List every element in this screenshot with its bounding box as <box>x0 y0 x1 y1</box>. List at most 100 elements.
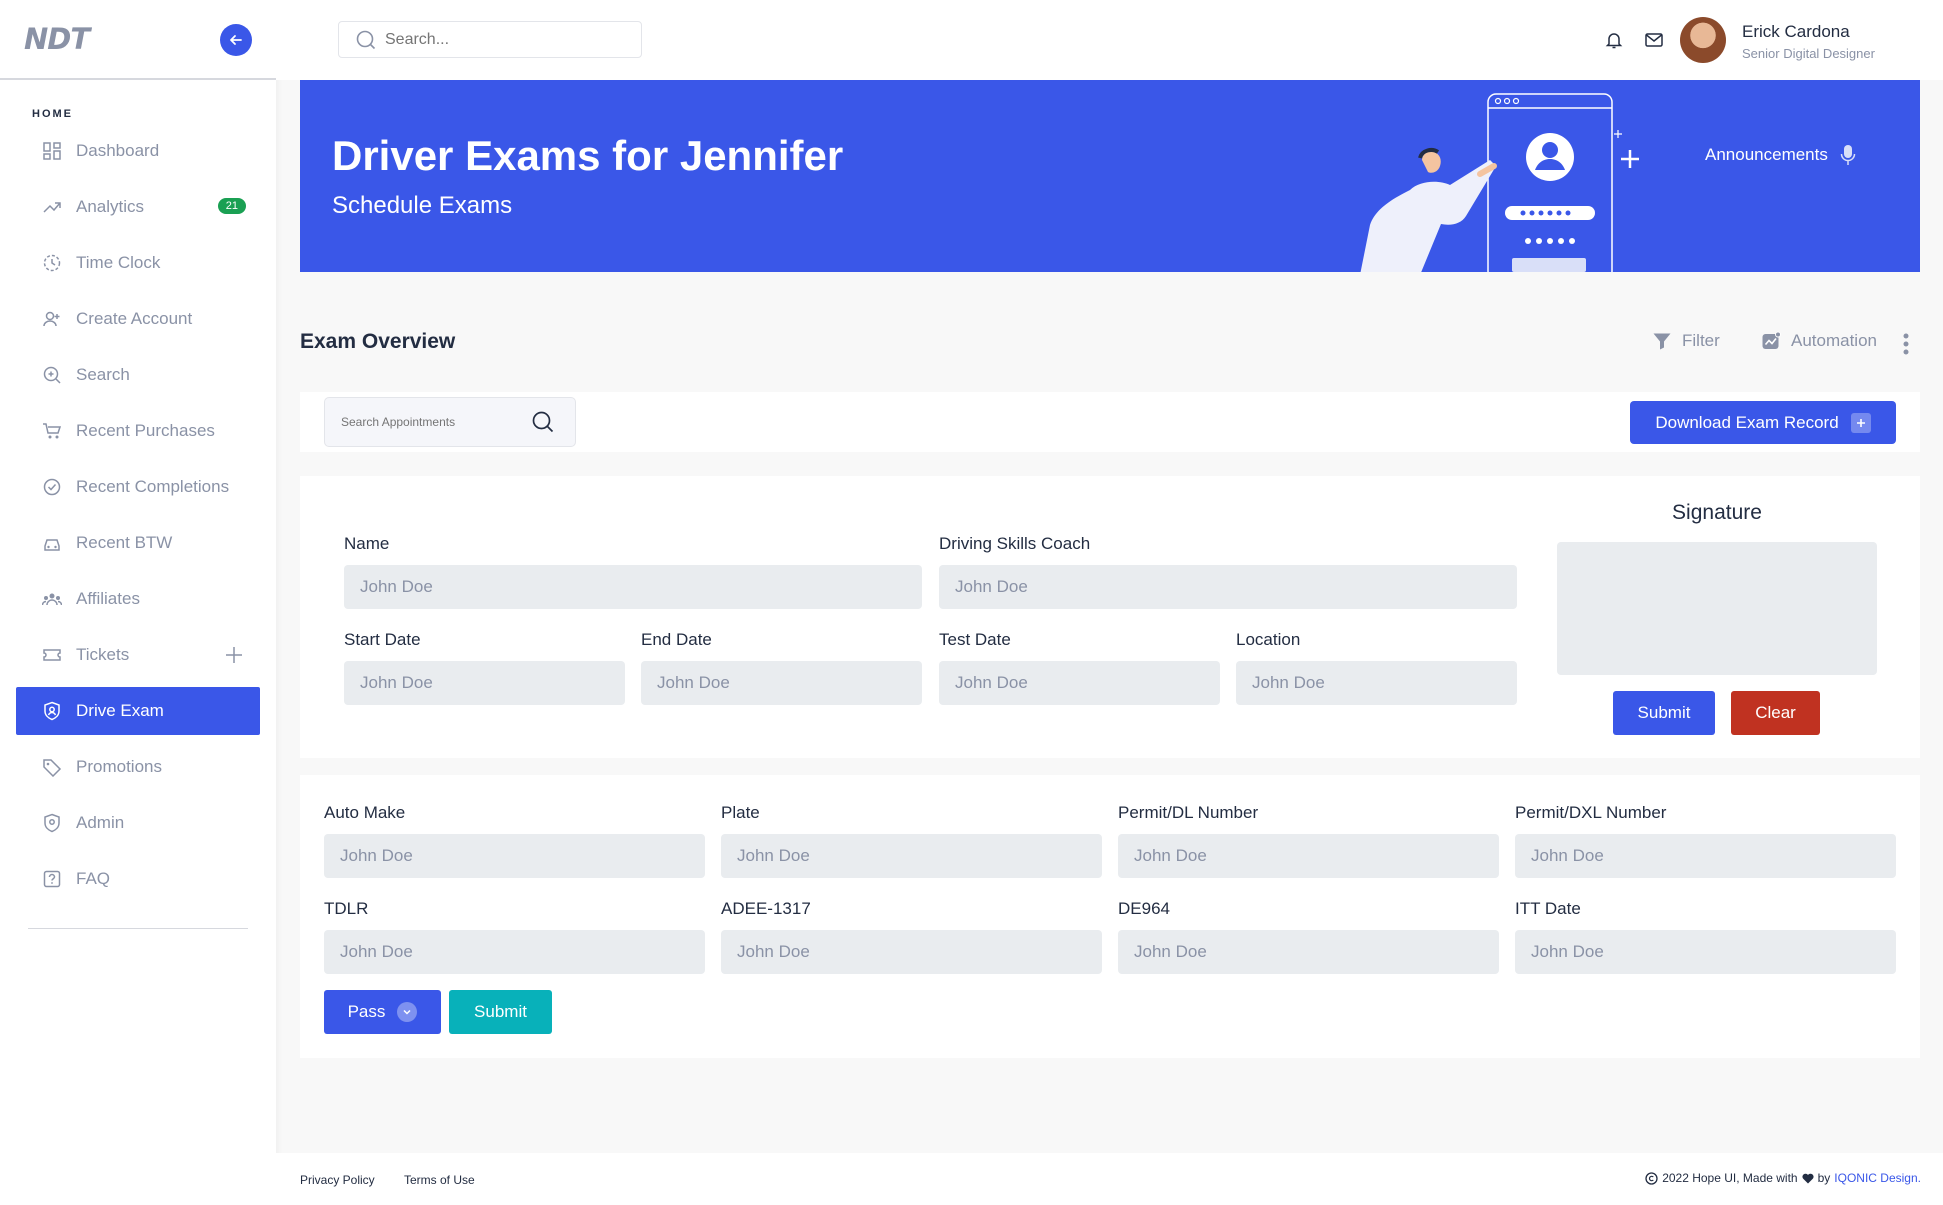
permit-dxl-label: Permit/DXL Number <box>1515 803 1667 822</box>
adee-label: ADEE-1317 <box>721 899 811 918</box>
itt-date-input[interactable] <box>1515 930 1896 974</box>
sidebar-item-label: Admin <box>76 813 125 832</box>
appointments-search-input[interactable] <box>341 415 531 429</box>
sidebar-item-dashboard[interactable]: Dashboard <box>16 127 260 175</box>
sidebar-item-recent-purchases[interactable]: Recent Purchases <box>16 407 260 455</box>
sidebar-item-label: Recent BTW <box>76 533 173 552</box>
ticket-icon <box>43 649 61 661</box>
plate-input[interactable] <box>721 834 1102 878</box>
appointments-search[interactable] <box>324 397 576 447</box>
sidebar-item-label: Search <box>76 365 130 384</box>
automation-button[interactable]: Automation <box>1761 331 1877 351</box>
hero-banner: Driver Exams for Jennifer Schedule Exams… <box>300 80 1920 272</box>
plate-label: Plate <box>721 803 760 822</box>
search-icon[interactable] <box>531 410 555 434</box>
sidebar-item-tickets[interactable]: Tickets <box>16 631 260 679</box>
global-search[interactable] <box>338 21 642 58</box>
pass-dropdown-button[interactable]: Pass <box>324 990 441 1034</box>
sidebar-divider <box>28 928 248 929</box>
sidebar-item-label: Drive Exam <box>76 701 164 720</box>
global-search-input[interactable] <box>385 30 625 49</box>
heart-icon <box>1802 1173 1814 1183</box>
top-bar: Erick Cardona Senior Digital Designer <box>276 0 1943 80</box>
sidebar-item-label: Analytics <box>76 197 145 216</box>
sidebar-item-label: FAQ <box>76 869 111 888</box>
signature-pad[interactable] <box>1557 542 1877 675</box>
announcements-button[interactable]: Announcements <box>1705 144 1856 166</box>
copyright-icon <box>1645 1171 1658 1185</box>
search-icon <box>356 30 376 49</box>
avatar[interactable] <box>1680 17 1726 63</box>
end-date-input[interactable] <box>641 661 922 705</box>
more-options-icon[interactable] <box>1902 332 1910 356</box>
add-ticket-icon[interactable] <box>224 645 244 665</box>
signature-clear-button[interactable]: Clear <box>1731 691 1820 735</box>
filter-label: Filter <box>1682 331 1720 350</box>
search-icon <box>43 366 61 384</box>
tdlr-label: TDLR <box>324 899 369 918</box>
signature-submit-button[interactable]: Submit <box>1613 691 1715 735</box>
sidebar: NDT HOME Dashboard Analytics 21 Time Clo… <box>0 0 276 1205</box>
test-date-input[interactable] <box>939 661 1220 705</box>
sidebar-item-promotions[interactable]: Promotions <box>16 743 260 791</box>
signature-title: Signature <box>1672 501 1762 524</box>
sidebar-item-label: Promotions <box>76 757 162 776</box>
sidebar-item-label: Tickets <box>76 645 130 664</box>
sidebar-nav: Dashboard Analytics 21 Time Clock Create… <box>16 127 260 911</box>
permit-dl-label: Permit/DL Number <box>1118 803 1259 822</box>
copyright: 2022 Hope UI, Made with by IQONIC Design… <box>1645 1171 1921 1185</box>
sidebar-item-recent-btw[interactable]: Recent BTW <box>16 519 260 567</box>
name-label: Name <box>344 534 390 553</box>
user-role: Senior Digital Designer <box>1742 46 1875 61</box>
check-badge-icon <box>43 478 61 496</box>
sidebar-item-label: Dashboard <box>76 141 160 160</box>
sidebar-item-time-clock[interactable]: Time Clock <box>16 239 260 287</box>
sidebar-item-affiliates[interactable]: Affiliates <box>16 575 260 623</box>
sidebar-item-faq[interactable]: FAQ <box>16 855 260 903</box>
cart-icon <box>43 423 62 439</box>
permit-dl-input[interactable] <box>1118 834 1499 878</box>
announcements-label: Announcements <box>1705 145 1828 164</box>
brand-header: NDT <box>0 0 276 80</box>
user-name[interactable]: Erick Cardona <box>1742 22 1850 42</box>
sidebar-item-admin[interactable]: Admin <box>16 799 260 847</box>
vehicle-submit-button[interactable]: Submit <box>449 990 552 1034</box>
collapse-sidebar-button[interactable] <box>220 24 252 56</box>
adee-input[interactable] <box>721 930 1102 974</box>
automation-icon <box>1762 331 1781 349</box>
company-link[interactable]: IQONIC Design. <box>1834 1171 1921 1185</box>
coach-input[interactable] <box>939 565 1517 609</box>
sidebar-item-analytics[interactable]: Analytics 21 <box>16 183 260 231</box>
location-input[interactable] <box>1236 661 1517 705</box>
analytics-count-badge: 21 <box>217 198 246 214</box>
grid-icon <box>43 142 61 160</box>
start-date-input[interactable] <box>344 661 625 705</box>
sidebar-item-create-account[interactable]: Create Account <box>16 295 260 343</box>
privacy-policy-link[interactable]: Privacy Policy <box>300 1173 375 1187</box>
nav-section-label: HOME <box>32 108 73 120</box>
question-icon <box>43 870 61 888</box>
terms-of-use-link[interactable]: Terms of Use <box>404 1173 475 1187</box>
microphone-icon <box>1840 145 1856 165</box>
de964-input[interactable] <box>1118 930 1499 974</box>
logo[interactable]: NDT <box>24 22 90 56</box>
sidebar-item-drive-exam[interactable]: Drive Exam <box>16 687 260 735</box>
mail-icon[interactable] <box>1644 30 1664 50</box>
name-input[interactable] <box>344 565 922 609</box>
sidebar-item-search[interactable]: Search <box>16 351 260 399</box>
test-date-label: Test Date <box>939 630 1011 649</box>
permit-dxl-input[interactable] <box>1515 834 1896 878</box>
download-label: Download Exam Record <box>1655 412 1839 432</box>
chevron-down-icon <box>397 1002 418 1022</box>
download-exam-record-button[interactable]: Download Exam Record <box>1630 401 1896 444</box>
footer: Privacy Policy Terms of Use 2022 Hope UI… <box>276 1153 1943 1205</box>
itt-date-label: ITT Date <box>1515 899 1581 918</box>
users-icon <box>42 593 62 606</box>
auto-make-input[interactable] <box>324 834 705 878</box>
tdlr-input[interactable] <box>324 930 705 974</box>
tag-icon <box>43 759 62 777</box>
filter-button[interactable]: Filter <box>1652 331 1720 351</box>
bell-icon[interactable] <box>1604 30 1624 50</box>
shield-icon <box>44 813 60 833</box>
sidebar-item-recent-completions[interactable]: Recent Completions <box>16 463 260 511</box>
